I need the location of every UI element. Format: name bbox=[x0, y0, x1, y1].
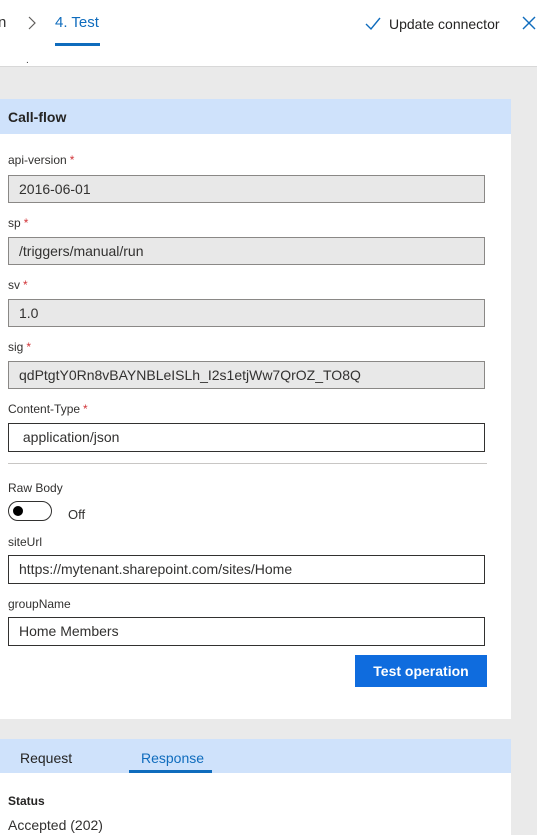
toggle-knob bbox=[13, 506, 23, 516]
tab-request[interactable]: Request bbox=[20, 750, 72, 766]
content-type-input[interactable]: application/json bbox=[8, 423, 485, 452]
checkmark-icon bbox=[365, 17, 381, 31]
update-connector-label: Update connector bbox=[389, 16, 500, 32]
step-previous[interactable]: n bbox=[0, 14, 6, 31]
close-icon[interactable] bbox=[521, 15, 537, 31]
required-marker: * bbox=[69, 153, 75, 167]
api-version-field[interactable]: 2016-06-01 bbox=[8, 175, 485, 203]
required-marker: * bbox=[26, 340, 32, 354]
status-value: Accepted (202) bbox=[8, 817, 103, 833]
active-tab-indicator bbox=[129, 770, 212, 773]
update-connector-button[interactable]: Update connector bbox=[364, 13, 500, 35]
required-marker: * bbox=[23, 278, 28, 292]
top-bar: n 4. Test Update connector bbox=[0, 0, 537, 46]
sv-field[interactable]: 1.0 bbox=[8, 299, 485, 327]
api-version-label: api-version * bbox=[8, 153, 75, 167]
callflow-header[interactable]: Call-flow bbox=[0, 99, 511, 134]
callflow-title: Call-flow bbox=[8, 109, 67, 125]
site-url-input[interactable]: https://mytenant.sharepoint.com/sites/Ho… bbox=[8, 555, 485, 584]
sub-header: . bbox=[0, 46, 537, 67]
callflow-panel: Call-flow api-version * 2016-06-01 sp * /t… bbox=[0, 99, 511, 719]
sig-field[interactable]: qdPtgtY0Rn8vBAYNBLeISLh_I2s1etjWw7QrOZ_T… bbox=[8, 361, 485, 389]
status-label: Status bbox=[8, 794, 45, 808]
sv-label: sv * bbox=[8, 278, 28, 292]
tab-response[interactable]: Response bbox=[141, 750, 204, 766]
result-tabs: Request Response bbox=[0, 739, 511, 773]
group-name-label: groupName bbox=[8, 597, 71, 611]
result-panel: Request Response Status Accepted (202) bbox=[0, 739, 511, 835]
required-marker: * bbox=[83, 402, 88, 416]
raw-body-toggle[interactable] bbox=[8, 501, 52, 521]
sub-header-mark: . bbox=[26, 55, 29, 66]
section-divider bbox=[8, 463, 487, 464]
sp-field[interactable]: /triggers/manual/run bbox=[8, 237, 485, 265]
raw-body-label: Raw Body bbox=[8, 481, 63, 495]
test-operation-button[interactable]: Test operation bbox=[355, 655, 487, 687]
step-test-tab[interactable]: 4. Test bbox=[55, 14, 99, 31]
chevron-right-icon bbox=[28, 16, 36, 30]
raw-body-state: Off bbox=[68, 507, 86, 522]
group-name-input[interactable]: Home Members bbox=[8, 617, 485, 646]
site-url-label: siteUrl bbox=[8, 535, 43, 549]
sp-label: sp * bbox=[8, 216, 29, 230]
sig-label: sig * bbox=[8, 340, 32, 354]
content-type-label: Content-Type * bbox=[8, 402, 88, 416]
required-marker: * bbox=[23, 216, 29, 230]
